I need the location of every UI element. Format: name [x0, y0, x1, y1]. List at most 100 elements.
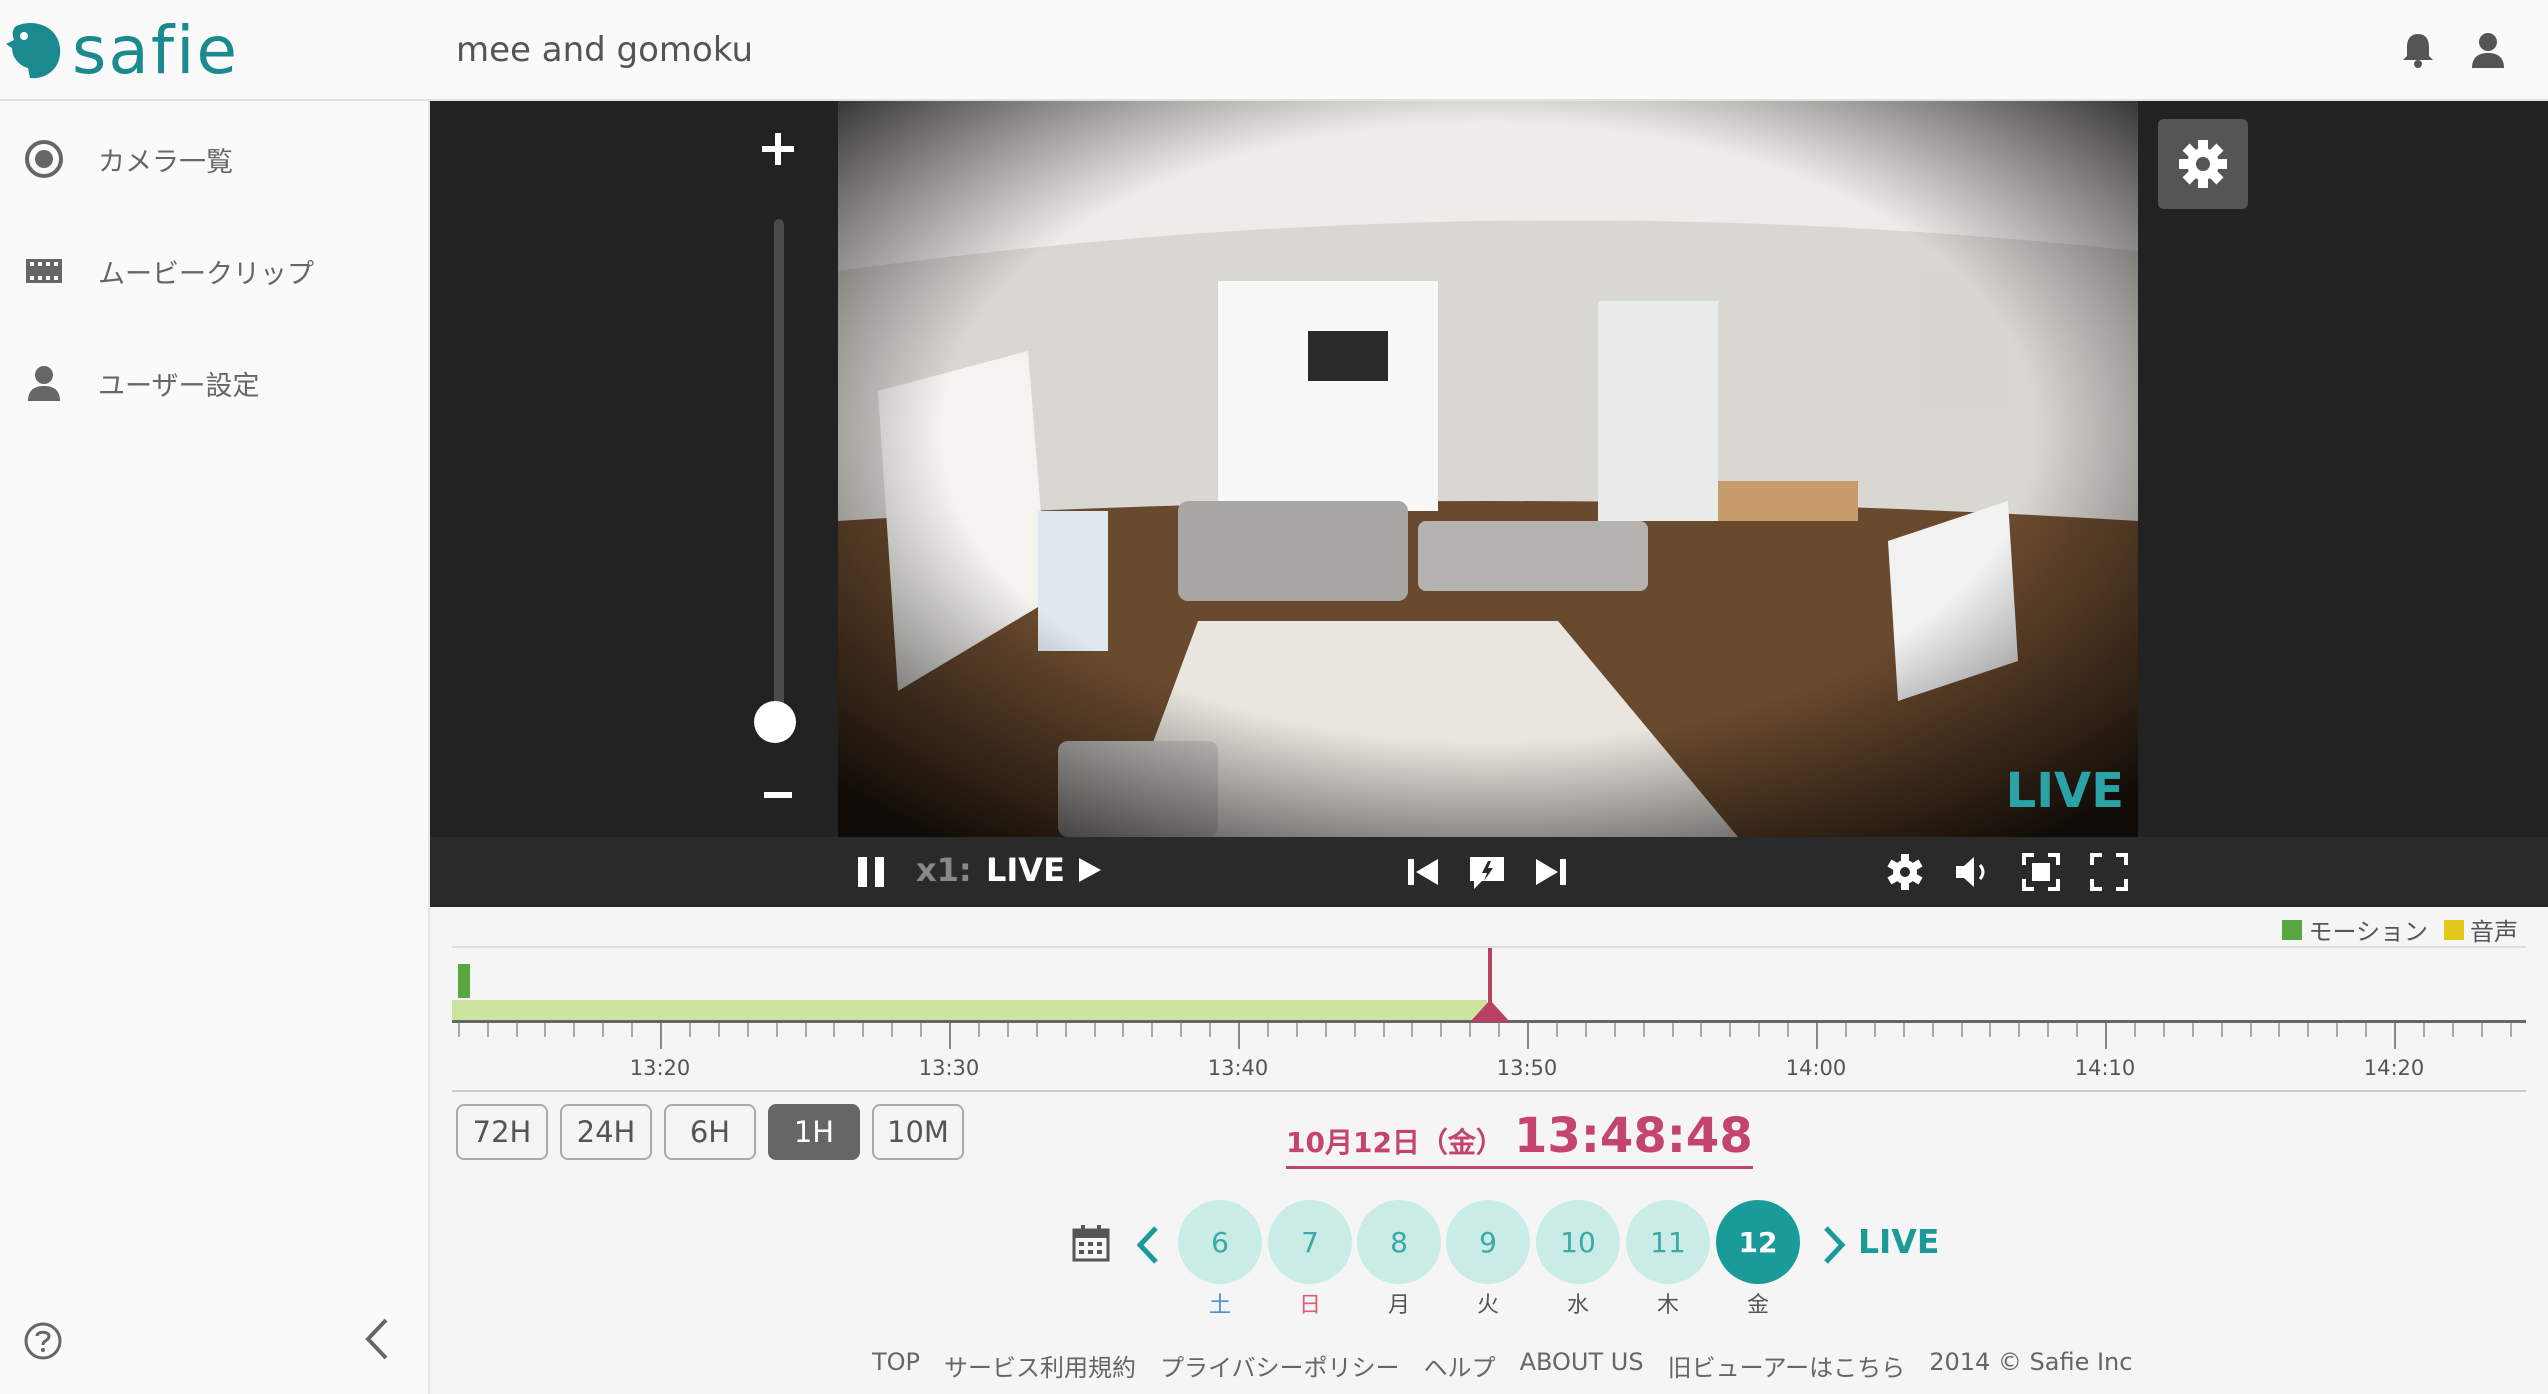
- skip-forward-icon[interactable]: [1530, 851, 1572, 893]
- timeline-tick: [1324, 1023, 1327, 1037]
- event-marker-icon[interactable]: [1466, 851, 1508, 893]
- footer-link-terms[interactable]: サービス利用規約: [944, 1348, 1136, 1383]
- day-button-11[interactable]: 11: [1626, 1200, 1710, 1284]
- timeline-tick: [949, 1023, 951, 1049]
- timeline-tick-label: 14:10: [2074, 1056, 2136, 1080]
- volume-icon[interactable]: [1952, 851, 1994, 893]
- timeline-tick: [486, 1023, 489, 1037]
- current-date: 10月12日（金）: [1286, 1126, 1504, 1159]
- footer-link-privacy[interactable]: プライバシーポリシー: [1160, 1348, 1400, 1383]
- zoom-out-icon[interactable]: [756, 773, 800, 817]
- timeline-tick: [1931, 1023, 1934, 1037]
- timeline-tick: [1238, 1023, 1240, 1049]
- chevron-left-icon[interactable]: [358, 1314, 398, 1364]
- range-1h-button[interactable]: 1H: [768, 1104, 860, 1160]
- question-icon[interactable]: [22, 1320, 64, 1362]
- pause-icon[interactable]: [850, 851, 892, 893]
- timeline-tick: [862, 1023, 865, 1037]
- timeline-tick: [2191, 1023, 2194, 1037]
- playback-speed[interactable]: x1:: [916, 851, 972, 889]
- footer-link-about[interactable]: ABOUT US: [1520, 1348, 1644, 1383]
- current-datetime[interactable]: 10月12日（金） 13:48:48: [1286, 1108, 1753, 1169]
- dow-label: 日: [1298, 1293, 1321, 1318]
- timeline-tick: [1613, 1023, 1616, 1037]
- zoom-slider-track[interactable]: [774, 219, 784, 731]
- range-6h-button[interactable]: 6H: [664, 1104, 756, 1160]
- camera-feed-image: [838, 101, 2138, 837]
- safie-logo[interactable]: safie: [6, 18, 239, 84]
- day-button-6[interactable]: 6: [1178, 1200, 1262, 1284]
- range-24h-button[interactable]: 24H: [560, 1104, 652, 1160]
- timeline-tick: [1787, 1023, 1790, 1037]
- day-button-7[interactable]: 7: [1268, 1200, 1352, 1284]
- motion-swatch: [2282, 919, 2303, 940]
- zoom-slider-handle[interactable]: [754, 701, 796, 743]
- timeline-tick: [1729, 1023, 1732, 1037]
- sidebar-item-camera-list[interactable]: カメラ一覧: [0, 119, 430, 199]
- live-video-feed[interactable]: LIVE: [838, 101, 2138, 837]
- dow-label: 土: [1208, 1293, 1231, 1318]
- timeline-tick: [2249, 1023, 2252, 1037]
- footer: TOP サービス利用規約 プライバシーポリシー ヘルプ ABOUT US 旧ビュ…: [872, 1348, 2132, 1383]
- timeline-tick: [602, 1023, 605, 1037]
- timeline-legend: モーション 音声: [2282, 912, 2518, 947]
- timeline-tick: [717, 1023, 720, 1037]
- legend-motion-label: モーション: [2308, 918, 2428, 946]
- timeline-tick: [1527, 1023, 1529, 1049]
- timeline-tick: [833, 1023, 836, 1037]
- calendar-icon[interactable]: [1070, 1222, 1112, 1264]
- timeline-tick: [2394, 1023, 2396, 1049]
- go-live-button[interactable]: LIVE: [986, 851, 1105, 889]
- timeline-tick: [2509, 1023, 2512, 1037]
- footer-link-help[interactable]: ヘルプ: [1424, 1348, 1496, 1383]
- sound-swatch: [2444, 919, 2464, 940]
- user-icon[interactable]: [2466, 28, 2510, 72]
- day-button-12[interactable]: 12: [1716, 1200, 1800, 1284]
- timeline-tick: [1555, 1023, 1558, 1037]
- app-header: safie mee and gomoku: [0, 0, 2548, 101]
- timeline-tick: [660, 1023, 662, 1049]
- camera-icon: [25, 140, 63, 178]
- footer-link-old-viewer[interactable]: 旧ビューアーはこちら: [1668, 1348, 1906, 1383]
- player-controls-bar: x1: LIVE: [430, 837, 2548, 907]
- timeline-tick-label: 13:20: [629, 1056, 691, 1080]
- day-button-8[interactable]: 8: [1357, 1200, 1441, 1284]
- timeline-tick: [2278, 1023, 2281, 1037]
- range-10m-button[interactable]: 10M: [872, 1104, 964, 1160]
- dow-label: 火: [1476, 1293, 1499, 1318]
- prev-week-chevron-icon[interactable]: [1130, 1222, 1166, 1268]
- footer-link-top[interactable]: TOP: [872, 1348, 920, 1383]
- copyright: 2014 © Safie Inc: [1929, 1348, 2133, 1376]
- day-button-10[interactable]: 10: [1536, 1200, 1620, 1284]
- zoom-in-icon[interactable]: [756, 127, 800, 171]
- day-button-9[interactable]: 9: [1446, 1200, 1530, 1284]
- timeline-tick: [2336, 1023, 2339, 1037]
- timeline-tick-label: 14:00: [1785, 1056, 1847, 1080]
- playhead-handle[interactable]: [1470, 1000, 1510, 1022]
- quality-settings-icon[interactable]: [1884, 851, 1926, 893]
- jump-to-live-link[interactable]: LIVE: [1858, 1222, 1939, 1261]
- timeline-tick: [920, 1023, 923, 1037]
- timeline-tick: [1353, 1023, 1356, 1037]
- next-week-chevron-icon[interactable]: [1818, 1222, 1848, 1268]
- skip-back-icon[interactable]: [1402, 851, 1444, 893]
- bell-icon[interactable]: [2396, 28, 2440, 72]
- motion-event-marker[interactable]: [458, 964, 470, 998]
- timeline-tick: [573, 1023, 576, 1037]
- timeline-tick: [1816, 1023, 1818, 1049]
- range-72h-button[interactable]: 72H: [456, 1104, 548, 1160]
- recording-timeline[interactable]: 13:20 13:30 13:40 13:50 14:00 14:10 14:20: [452, 944, 2526, 1094]
- timeline-tick: [1209, 1023, 1212, 1037]
- fullscreen-icon[interactable]: [2088, 851, 2130, 893]
- person-icon: [28, 366, 60, 401]
- fit-screen-icon[interactable]: [2020, 851, 2062, 893]
- timeline-tick: [1440, 1023, 1443, 1037]
- sidebar-item-label: カメラ一覧: [98, 146, 233, 178]
- sidebar-item-movie-clip[interactable]: ムービークリップ: [0, 231, 430, 311]
- sidebar-item-user-settings[interactable]: ユーザー設定: [0, 343, 430, 423]
- dow-label: 水: [1566, 1293, 1589, 1318]
- gear-icon: [2179, 140, 2227, 188]
- video-settings-button[interactable]: [2158, 119, 2248, 209]
- timeline-tick: [2162, 1023, 2165, 1037]
- timeline-tick: [1266, 1023, 1269, 1037]
